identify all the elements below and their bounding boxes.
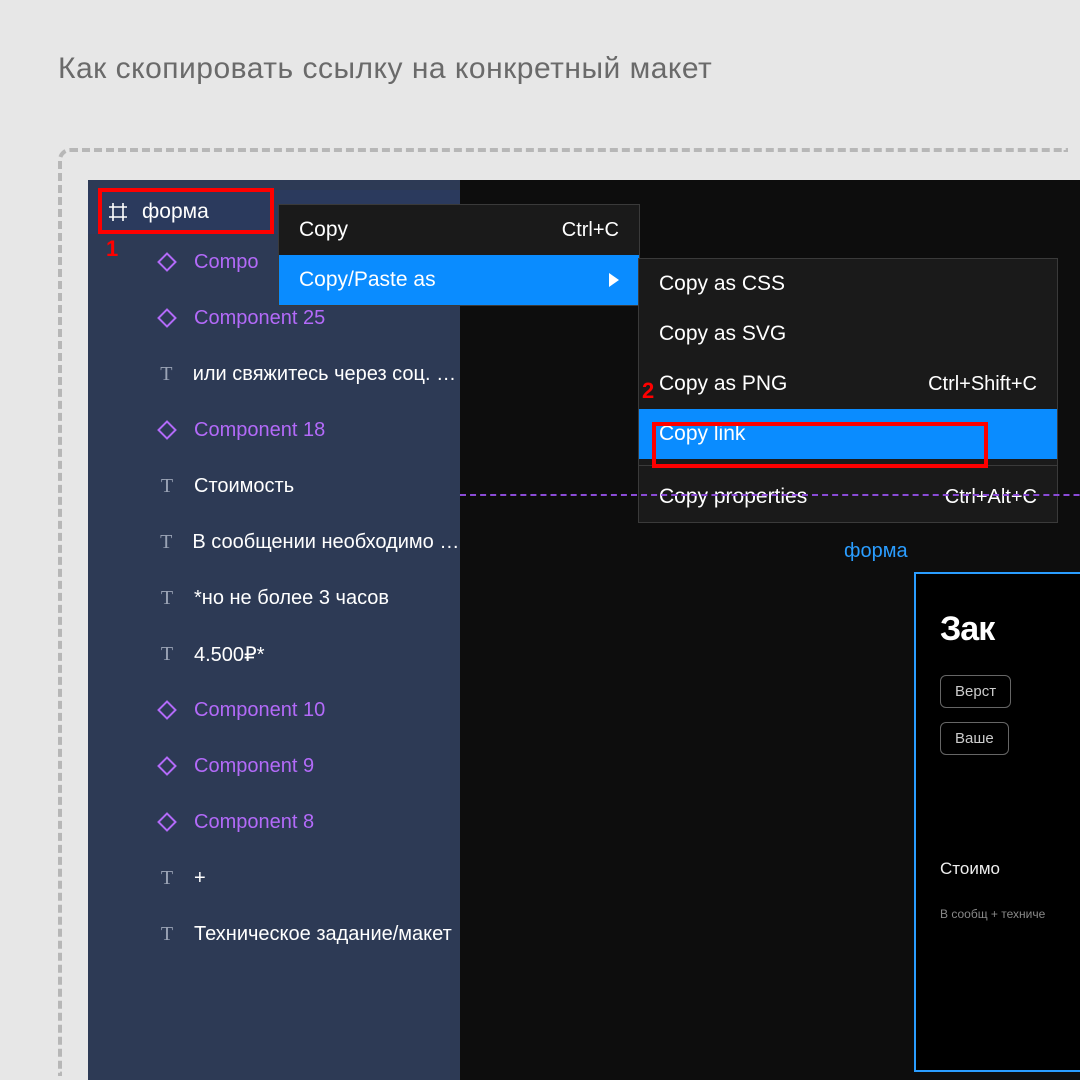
layer-label: + — [194, 867, 206, 890]
layer-label: Стоимость — [194, 475, 294, 498]
layer-label: *но не более 3 часов — [194, 587, 389, 610]
layer-label: 4.500₽* — [194, 642, 265, 667]
layer-label: Component 8 — [194, 811, 314, 834]
menu-shortcut: Ctrl+Shift+C — [928, 373, 1037, 396]
component-icon — [154, 759, 180, 773]
text-icon: T — [154, 867, 180, 890]
canvas-small-text: В сообщ + техниче — [940, 905, 1080, 923]
layer-label: Component 10 — [194, 699, 325, 722]
component-icon — [154, 815, 180, 829]
figma-screenshot: форма Compo Component 25 Tили свяжитесь че… — [88, 180, 1080, 1080]
text-icon: T — [154, 923, 180, 946]
text-icon: T — [154, 643, 180, 666]
layer-label: Техническое задание/макет — [194, 923, 452, 946]
annotation-number-2: 2 — [642, 378, 654, 404]
layers-panel: форма CompoComponent 25Tили свяжитесь че… — [88, 180, 460, 1080]
component-icon — [154, 255, 180, 269]
menu-shortcut: Ctrl+C — [562, 219, 619, 242]
text-icon: T — [154, 475, 180, 498]
canvas-input-1[interactable]: Верст — [940, 675, 1011, 708]
canvas-frame[interactable]: Зак Верст Ваше Стоимо В сообщ + техниче — [914, 572, 1080, 1072]
context-menu-primary: Copy Ctrl+C Copy/Paste as — [278, 204, 640, 306]
text-icon: T — [154, 531, 178, 554]
text-icon: T — [154, 587, 180, 610]
canvas-guide-line — [460, 494, 1080, 496]
text-icon: T — [154, 363, 179, 386]
layer-row[interactable]: T Стоимость — [88, 458, 460, 514]
layer-row[interactable]: Component 10 — [88, 682, 460, 738]
menu-item-label: Copy as SVG — [659, 322, 786, 346]
canvas-subheading: Стоимо — [940, 859, 1080, 879]
context-menu-copy-paste-as: Copy as CSS Copy as SVG Copy as PNG Ctrl+Sh… — [638, 258, 1058, 523]
canvas-input-2[interactable]: Ваше — [940, 722, 1009, 755]
menu-item[interactable]: Copy as SVG — [639, 309, 1057, 359]
menu-item[interactable]: Copy Ctrl+C — [279, 205, 639, 255]
menu-item-label: Copy/Paste as — [299, 268, 436, 292]
layer-label: Component 25 — [194, 307, 325, 330]
layer-row[interactable]: T Техническое задание/макет — [88, 906, 460, 962]
layer-row[interactable]: Tили свяжитесь через соц. се... — [88, 346, 460, 402]
layer-label: или свяжитесь через соц. се... — [193, 363, 460, 386]
layer-row[interactable]: Component 18 — [88, 402, 460, 458]
layer-row[interactable]: Component 9 — [88, 738, 460, 794]
menu-item[interactable]: Copy as CSS — [639, 259, 1057, 309]
menu-item[interactable]: Copy/Paste as — [279, 255, 639, 305]
menu-item[interactable]: Copy as PNG Ctrl+Shift+C — [639, 359, 1057, 409]
menu-shortcut: Ctrl+Alt+C — [945, 486, 1037, 509]
annotation-number-1: 1 — [106, 236, 118, 262]
component-icon — [154, 311, 180, 325]
layer-row[interactable]: T 4.500₽* — [88, 626, 460, 682]
layer-row[interactable]: T *но не более 3 часов — [88, 570, 460, 626]
annotation-highlight-2 — [652, 422, 988, 468]
menu-item-label: Copy as CSS — [659, 272, 785, 296]
menu-item-label: Copy — [299, 218, 348, 242]
layer-label: Component 18 — [194, 419, 325, 442]
annotation-highlight-1 — [98, 188, 274, 234]
menu-item[interactable]: Copy properties Ctrl+Alt+C — [639, 472, 1057, 522]
component-icon — [154, 703, 180, 717]
menu-item-label: Copy as PNG — [659, 372, 787, 396]
layer-row[interactable]: Component 8 — [88, 794, 460, 850]
submenu-arrow-icon — [609, 273, 619, 287]
layer-label: Component 9 — [194, 755, 314, 778]
menu-item-label: Copy properties — [659, 485, 807, 509]
canvas-frame-name[interactable]: форма — [844, 540, 908, 563]
page-title: Как скопировать ссылку на конкретный мак… — [58, 52, 712, 86]
canvas-heading: Зак — [940, 610, 1080, 649]
layer-row[interactable]: T+ — [88, 850, 460, 906]
layer-label: В сообщении необходимо пр... — [192, 531, 460, 554]
layer-label: Compo — [194, 251, 258, 274]
layer-row[interactable]: T В сообщении необходимо пр... — [88, 514, 460, 570]
component-icon — [154, 423, 180, 437]
